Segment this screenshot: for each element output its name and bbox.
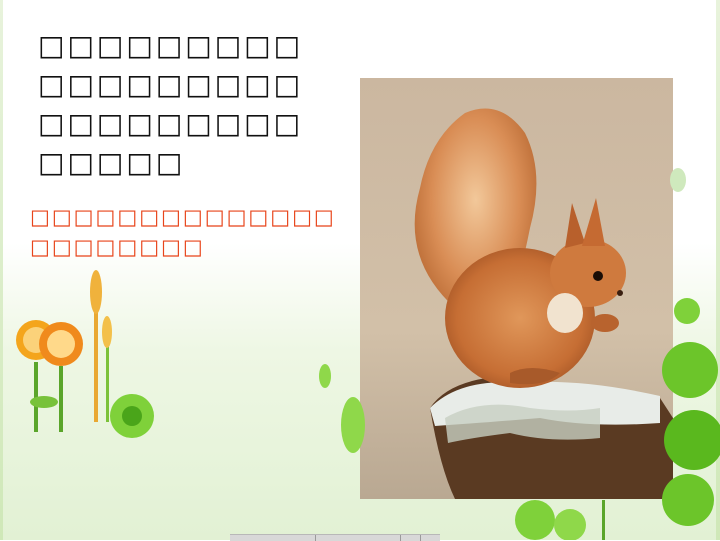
green-flower-icon xyxy=(341,397,365,453)
squirrel-photo xyxy=(360,78,673,499)
left-border xyxy=(0,0,3,540)
faint-flower-icon xyxy=(670,168,686,192)
green-flower-cluster xyxy=(515,500,605,540)
squirrel-paws xyxy=(591,314,619,332)
slide-paragraph: □□□□□□□□□□□□□□□□□□□□□□□□□□□□□□□□ xyxy=(38,29,304,179)
squirrel-nose xyxy=(617,290,623,296)
green-bud-icon xyxy=(319,364,331,388)
squirrel-eye xyxy=(593,271,603,281)
reed-head xyxy=(102,316,112,348)
squirrel-chest xyxy=(547,293,583,333)
green-flower-icon xyxy=(674,298,700,324)
sunflower-face xyxy=(47,330,75,358)
slide-note: □□□□□□□□□□□□□□□□□□□□□□ xyxy=(30,205,336,259)
squirrel-illustration xyxy=(360,78,673,499)
reed-head xyxy=(90,270,102,314)
green-flower-icon xyxy=(110,394,154,438)
green-flower-cluster xyxy=(662,342,720,526)
leaf xyxy=(30,396,58,408)
flower-stem xyxy=(59,366,63,432)
